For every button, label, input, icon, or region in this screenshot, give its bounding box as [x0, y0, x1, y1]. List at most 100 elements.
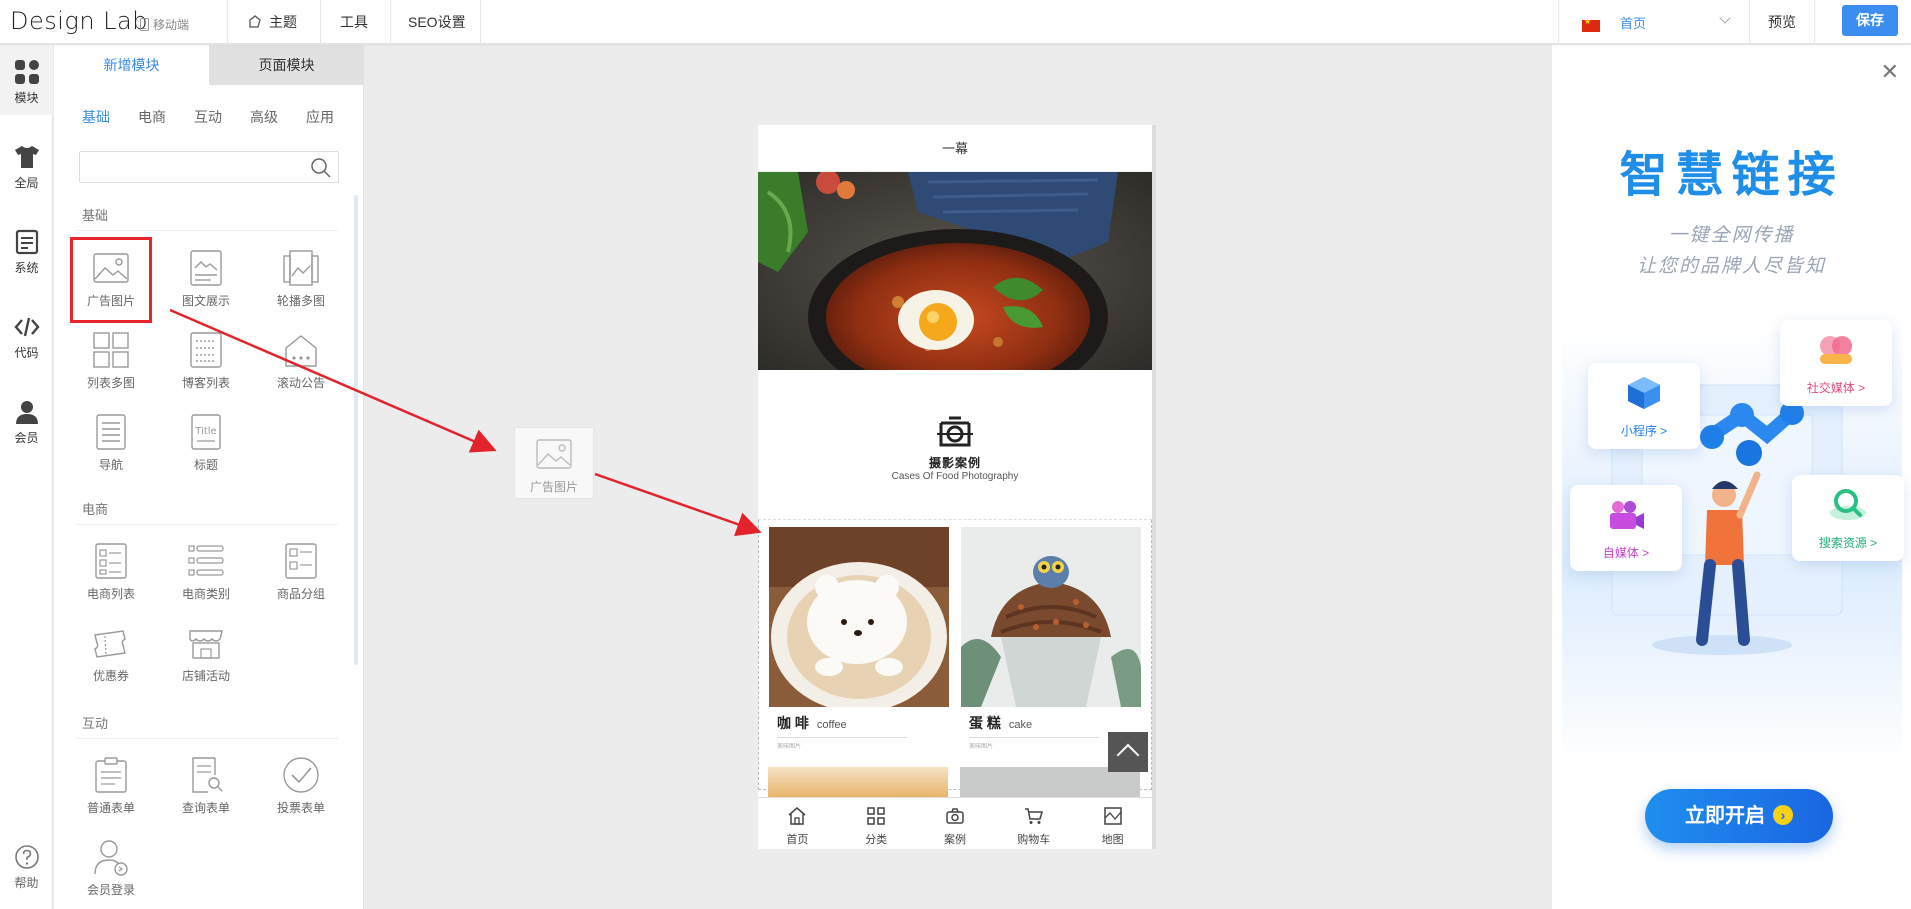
search-icon [1830, 489, 1866, 520]
module-store-activity[interactable]: 店铺活动 [166, 623, 246, 684]
chevron-down-icon [1719, 12, 1731, 24]
module-member-login[interactable]: 会员登录 [71, 837, 151, 898]
module-blog-list[interactable]: 博客列表 [166, 330, 246, 391]
tab-cases[interactable]: 案例 [916, 798, 995, 849]
module-product-group[interactable]: 商品分组 [261, 541, 341, 602]
tab-home[interactable]: 首页 [758, 798, 837, 849]
category-tab-basic[interactable]: 基础 [82, 107, 138, 127]
category-tabs: 基础 电商 互动 高级 应用 [82, 107, 362, 127]
left-rail: 模块 全局 系统 代码 会员 帮助 [0, 45, 53, 909]
phone-preview: 一幕 摄影案例 Cases Of Food Photography 咖 啡 co… [758, 125, 1156, 849]
rail-item-help[interactable]: 帮助 [0, 830, 53, 900]
arrow-right-icon: › [1773, 805, 1793, 825]
feature-card-selfmedia[interactable]: 自媒体 > [1570, 485, 1682, 571]
divider [76, 738, 338, 739]
product-caption: 美味图片 [777, 744, 802, 750]
mobile-toggle[interactable]: 移动端 [140, 16, 189, 33]
module-label: 普通表单 [86, 801, 135, 815]
feature-label: 自媒体 > [1602, 546, 1650, 560]
divider [76, 524, 338, 525]
start-now-button[interactable]: 立即开启 › [1645, 789, 1833, 843]
tab-cart[interactable]: 购物车 [994, 798, 1073, 849]
product-card[interactable]: 咖 啡 coffee 美味图片 [769, 527, 949, 750]
module-normal-form[interactable]: 普通表单 [71, 755, 151, 816]
rail-item-code[interactable]: 代码 [0, 300, 53, 370]
tab-map[interactable]: 地图 [1073, 798, 1152, 849]
feature-card-miniprogram[interactable]: 小程序 > [1588, 363, 1700, 449]
map-icon [1103, 807, 1122, 825]
banner-image[interactable] [758, 172, 1152, 370]
module-ecom-category[interactable]: 电商类别 [166, 541, 246, 602]
image-text-icon [190, 250, 222, 286]
category-tab-interactive[interactable]: 互动 [194, 107, 250, 127]
promo-title: 智慧链接 [1619, 147, 1844, 203]
module-query-form[interactable]: 查询表单 [166, 755, 246, 816]
module-image-text[interactable]: 图文展示 [166, 248, 246, 309]
module-title[interactable]: Title 标题 [166, 412, 246, 473]
module-scroll-notice[interactable]: 滚动公告 [261, 330, 341, 391]
module-ecom-list[interactable]: 电商列表 [71, 541, 151, 602]
product-image-pizza[interactable] [768, 767, 948, 797]
module-navigation[interactable]: 导航 [71, 412, 151, 473]
section-title-basic: 基础 [82, 208, 109, 223]
product-card[interactable]: 蛋 糕 cake 美味图片 [961, 527, 1141, 750]
rail-item-modules[interactable]: 模块 [0, 45, 53, 115]
tab-new-modules[interactable]: 新增模块 [54, 45, 209, 85]
module-list-images[interactable]: 列表多图 [71, 330, 151, 391]
coupon-icon [94, 630, 126, 658]
category-tab-apps[interactable]: 应用 [306, 107, 362, 127]
camera-icon [946, 808, 964, 824]
divider [777, 737, 907, 738]
back-to-top-button[interactable] [1108, 732, 1148, 772]
close-icon[interactable]: ✕ [1881, 59, 1899, 85]
document-icon [15, 229, 38, 255]
search-input[interactable] [80, 152, 300, 182]
module-carousel[interactable]: 轮播多图 [261, 248, 341, 309]
page-selector[interactable]: 首页 [1558, 0, 1750, 44]
rail-label: 系统 [14, 261, 39, 275]
module-search [79, 151, 339, 183]
video-camera-icon [1610, 501, 1644, 529]
form-icon [95, 757, 127, 793]
feature-card-social[interactable]: 社交媒体 > [1780, 320, 1892, 406]
category-tab-ecommerce[interactable]: 电商 [138, 107, 194, 127]
tab-category[interactable]: 分类 [837, 798, 916, 849]
member-login-icon [94, 840, 128, 876]
feature-card-search[interactable]: 搜索资源 > [1792, 475, 1904, 561]
grid-icon [867, 807, 885, 825]
cake-photo [961, 527, 1141, 707]
module-label: 图文展示 [181, 294, 230, 308]
tab-page-modules[interactable]: 页面模块 [209, 45, 364, 85]
rail-item-system[interactable]: 系统 [0, 215, 53, 285]
search-icon[interactable] [310, 157, 332, 179]
brand-section[interactable]: 摄影案例 Cases Of Food Photography [758, 370, 1152, 520]
save-button[interactable]: 保存 [1842, 5, 1898, 36]
logo-subtitle: Cases Of Food Photography [891, 471, 1019, 482]
product-image-coffee [769, 527, 949, 707]
menu-seo[interactable]: SEO设置 [408, 0, 466, 44]
food-photo [758, 172, 1152, 370]
rail-item-global[interactable]: 全局 [0, 130, 53, 200]
rail-item-member[interactable]: 会员 [0, 385, 53, 455]
help-icon [14, 845, 39, 869]
menu-tools[interactable]: 工具 [340, 0, 368, 44]
logo-title: 摄影案例 [928, 456, 981, 470]
category-tab-advanced[interactable]: 高级 [250, 107, 306, 127]
module-vote-form[interactable]: 投票表单 [261, 755, 341, 816]
arrow-to-phone [594, 472, 762, 537]
list-icon [190, 332, 222, 368]
product-group-icon [285, 543, 317, 579]
menu-theme-label: 主题 [269, 14, 297, 30]
rail-label: 全局 [14, 176, 39, 190]
mobile-toggle-label: 移动端 [153, 18, 190, 32]
module-coupon[interactable]: 优惠券 [71, 623, 151, 684]
preview-button[interactable]: 预览 [1750, 0, 1815, 44]
product-image-cake [961, 527, 1141, 707]
rail-label: 会员 [14, 431, 39, 445]
scrollbar[interactable] [354, 195, 358, 665]
rail-label: 帮助 [14, 876, 39, 890]
home-icon [788, 807, 806, 825]
drag-ghost-ad-image[interactable]: 广告图片 [514, 427, 594, 499]
menu-theme[interactable]: 主题 [247, 0, 297, 44]
module-label: 列表多图 [86, 376, 135, 390]
